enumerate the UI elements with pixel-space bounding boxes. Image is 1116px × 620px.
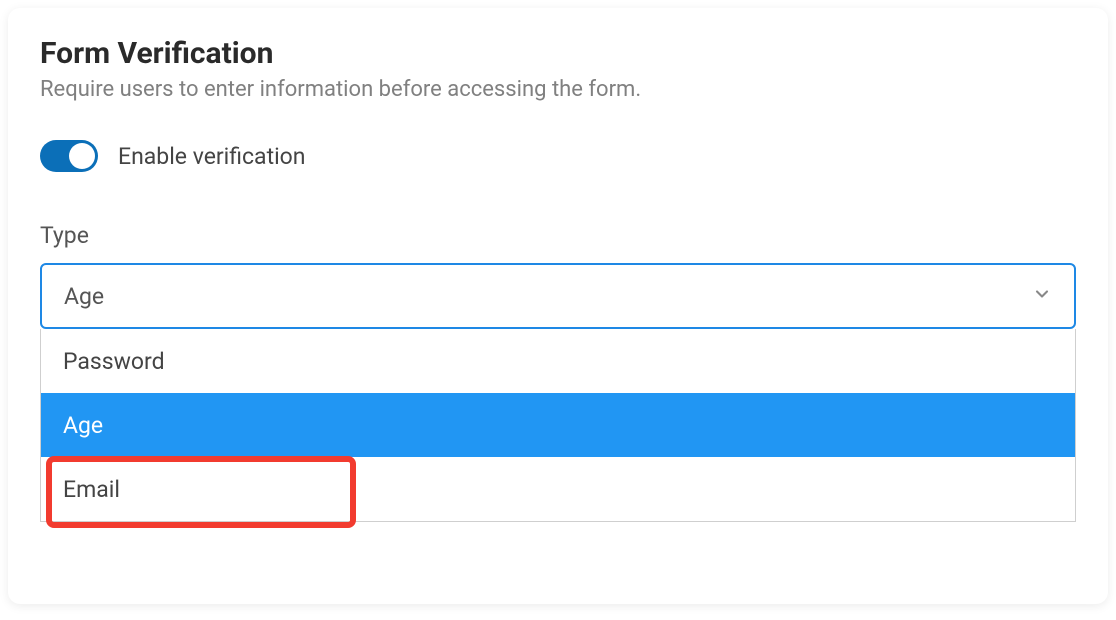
enable-verification-row: Enable verification	[40, 140, 1076, 172]
type-dropdown: Password Age Email	[40, 329, 1076, 522]
type-label: Type	[40, 222, 1076, 249]
type-option-email[interactable]: Email	[41, 457, 1075, 521]
toggle-knob	[69, 143, 95, 169]
form-verification-panel: Form Verification Require users to enter…	[8, 8, 1108, 604]
enable-verification-toggle[interactable]	[40, 140, 98, 172]
type-select[interactable]: Age	[40, 263, 1076, 329]
page-subtitle: Require users to enter information befor…	[40, 77, 1076, 102]
type-select-value: Age	[64, 283, 104, 310]
type-option-label: Email	[63, 476, 120, 503]
chevron-down-icon	[1032, 284, 1052, 308]
type-option-password[interactable]: Password	[41, 329, 1075, 393]
enable-verification-label: Enable verification	[118, 143, 306, 170]
type-option-age[interactable]: Age	[41, 393, 1075, 457]
type-option-label: Password	[63, 348, 165, 375]
page-title: Form Verification	[40, 36, 1076, 71]
type-option-label: Age	[63, 412, 103, 439]
